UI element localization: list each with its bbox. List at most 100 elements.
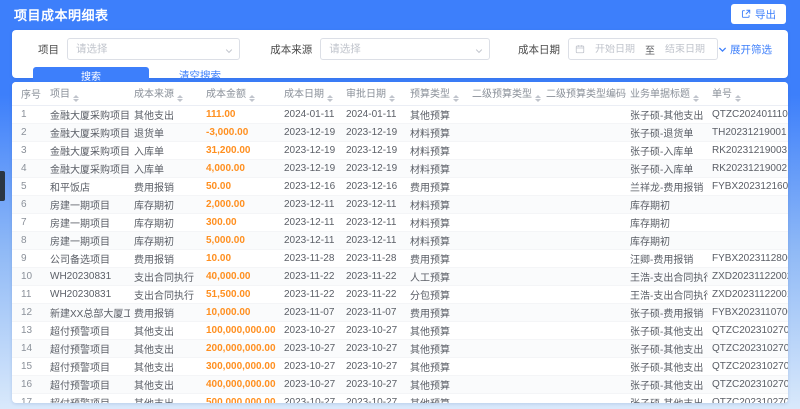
table-row[interactable]: 7 房建一期项目 库存期初 300.00 2023-12-11 2023-12-11 材料预… (12, 213, 788, 232)
cell: 房建一期项目 (46, 195, 130, 214)
cell (542, 231, 626, 250)
cell: 2023-12-19 (342, 159, 406, 178)
cell: 费用报销 (130, 303, 202, 322)
end-date-input[interactable] (659, 43, 711, 55)
column-header: 序号 (12, 82, 46, 106)
sort-icon[interactable] (693, 94, 699, 102)
side-handle[interactable] (0, 171, 5, 201)
column-header[interactable]: 单号 (708, 82, 788, 106)
project-select[interactable] (67, 38, 241, 60)
table-row[interactable]: 12新建XX总部大厦工程二期费用报销10,000.002023-11-07202… (12, 303, 788, 322)
table-row[interactable]: 17超付预警项目其他支出500,000,000.002023-10-272023… (12, 393, 788, 403)
cost-source-select[interactable] (320, 38, 490, 60)
cell: 房建一期项目 (46, 231, 130, 250)
column-header[interactable]: 审批日期 (342, 82, 406, 106)
table-row[interactable]: 2 金融大厦采购项目 退货单 -3,000.00 2023-12-19 2023-12-1… (12, 123, 788, 142)
table-row[interactable]: 13 超付预警项目 其他支出 100,000,000.00 2023-10-27 2023… (12, 321, 788, 340)
cell: FYBX20231107001 (708, 303, 788, 322)
table-row[interactable]: 14 超付预警项目 其他支出 200,000,000.00 2023-10-27 2023… (12, 339, 788, 358)
export-button[interactable]: 导出 (731, 4, 786, 24)
expand-filters-link[interactable]: 展开筛选 (718, 42, 772, 57)
cell: 超付预警项目 (46, 393, 130, 403)
cell: 库存期初 (626, 231, 708, 250)
cell (542, 195, 626, 214)
table-row[interactable]: 9 公司备选项目 费用报销 10.00 2023-11-28 2023-11-28 费用预算… (12, 249, 788, 268)
cell: QTZC20231027002 (708, 357, 788, 376)
clear-search-button[interactable]: 清空搜索 (179, 68, 221, 83)
cell: 其他支出 (130, 375, 202, 394)
cost-date-filter-label: 成本日期 (518, 43, 560, 56)
table-row[interactable]: 8 房建一期项目 库存期初 5,000.00 2023-12-11 2023-12-11 材… (12, 231, 788, 250)
table-row[interactable]: 16 超付预警项目 其他支出 400,000,000.00 2023-10-27 2023… (12, 375, 788, 394)
sort-icon[interactable] (735, 94, 741, 102)
column-header[interactable]: 成本金额 (202, 82, 280, 106)
cell: 3 (12, 141, 46, 160)
cell: 15 (12, 357, 46, 376)
cell: 2023-10-27 (280, 375, 342, 394)
cell: 2023-12-16 (280, 177, 342, 196)
cell (468, 357, 542, 376)
column-header[interactable]: 项目 (46, 82, 130, 106)
table-row[interactable]: 5 和平饭店 费用报销 50.00 2023-12-16 2023-12-16 费用预算 兰祥… (12, 177, 788, 196)
cell (468, 159, 542, 178)
cell (708, 213, 788, 232)
cell (542, 213, 626, 232)
cell: TH20231219001 (708, 123, 788, 142)
cell (468, 285, 542, 304)
cell (468, 375, 542, 394)
cell (542, 303, 626, 322)
table-row[interactable]: 10 WH20230831 支出合同执行 40,000.00 2023-11-22 202… (12, 267, 788, 286)
column-header[interactable]: 成本来源 (130, 82, 202, 106)
cell (542, 393, 626, 403)
cost-date-range-picker[interactable]: 至 (568, 38, 718, 60)
cost-source-select-input[interactable] (329, 43, 469, 55)
column-header[interactable]: 业务单据标题 (626, 82, 708, 106)
column-header[interactable]: 二级预算类型 (468, 82, 542, 106)
sort-icon[interactable] (73, 94, 79, 102)
cost-table-panel: 序号 项目 成本来源 成本金额 成本日期 审批日期 预算类型 二级预算类型 二级预算类型编码 业务… (12, 82, 788, 403)
table-row[interactable]: 15 超付预警项目 其他支出 300,000,000.00 2023-10-27 2023… (12, 357, 788, 376)
column-header[interactable]: 成本日期 (280, 82, 342, 106)
cell: 库存期初 (130, 231, 202, 250)
cell: 其他预算 (406, 105, 468, 124)
start-date-input[interactable] (589, 43, 641, 55)
cell: 张子硕-其他支出 (626, 339, 708, 358)
cell: 材料预算 (406, 195, 468, 214)
cell: ZXD20231122002 (708, 267, 788, 286)
cell: 其他预算 (406, 357, 468, 376)
table-body: 1 金融大厦采购项目 其他支出 111.00 2024-01-11 2024-01-11 其… (12, 105, 788, 403)
cell: 支出合同执行 (130, 267, 202, 286)
cell: 材料预算 (406, 123, 468, 142)
cell (542, 267, 626, 286)
cell: 和平饭店 (46, 177, 130, 196)
cell: 支出合同执行 (130, 285, 202, 304)
project-select-input[interactable] (76, 43, 220, 55)
column-header[interactable]: 预算类型 (406, 82, 468, 106)
table-row[interactable]: 1 金融大厦采购项目 其他支出 111.00 2024-01-11 2024-01-11 其… (12, 105, 788, 124)
cell: 2023-11-28 (280, 249, 342, 268)
cell: 张子硕-其他支出 (626, 357, 708, 376)
sort-icon[interactable] (327, 94, 333, 102)
cell: 2023-12-19 (280, 141, 342, 160)
sort-icon[interactable] (249, 94, 255, 102)
sort-icon[interactable] (389, 94, 395, 102)
cell: 51,500.00 (202, 285, 280, 304)
cell: 2024-01-11 (342, 105, 406, 124)
cell (708, 231, 788, 250)
table-row[interactable]: 4 金融大厦采购项目 入库单 4,000.00 2023-12-19 2023-12-19… (12, 159, 788, 178)
cell (542, 249, 626, 268)
cell: 2023-12-19 (342, 123, 406, 142)
table-row[interactable]: 6 房建一期项目 库存期初 2,000.00 2023-12-11 2023-12-11 材… (12, 195, 788, 214)
cell: -3,000.00 (202, 123, 280, 142)
sort-icon[interactable] (453, 94, 459, 102)
cell (468, 339, 542, 358)
calendar-icon (575, 44, 585, 54)
table-row[interactable]: 11 WH20230831 支出合同执行 51,500.00 2023-11-22 202… (12, 285, 788, 304)
project-filter-label: 项目 (38, 43, 59, 56)
cell: 王浩-支出合同执行 (626, 285, 708, 304)
sort-icon[interactable] (177, 94, 183, 102)
page-title: 项目成本明细表 (14, 7, 109, 23)
column-header[interactable]: 二级预算类型编码 (542, 82, 626, 106)
table-row[interactable]: 3 金融大厦采购项目 入库单 31,200.00 2023-12-19 2023-12-1… (12, 141, 788, 160)
sort-icon[interactable] (535, 94, 541, 102)
